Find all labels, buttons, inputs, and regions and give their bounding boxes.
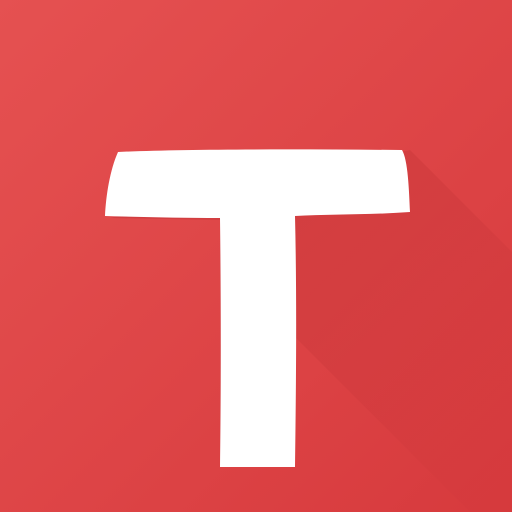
app-icon xyxy=(0,0,512,512)
app-icon-svg xyxy=(0,0,512,512)
